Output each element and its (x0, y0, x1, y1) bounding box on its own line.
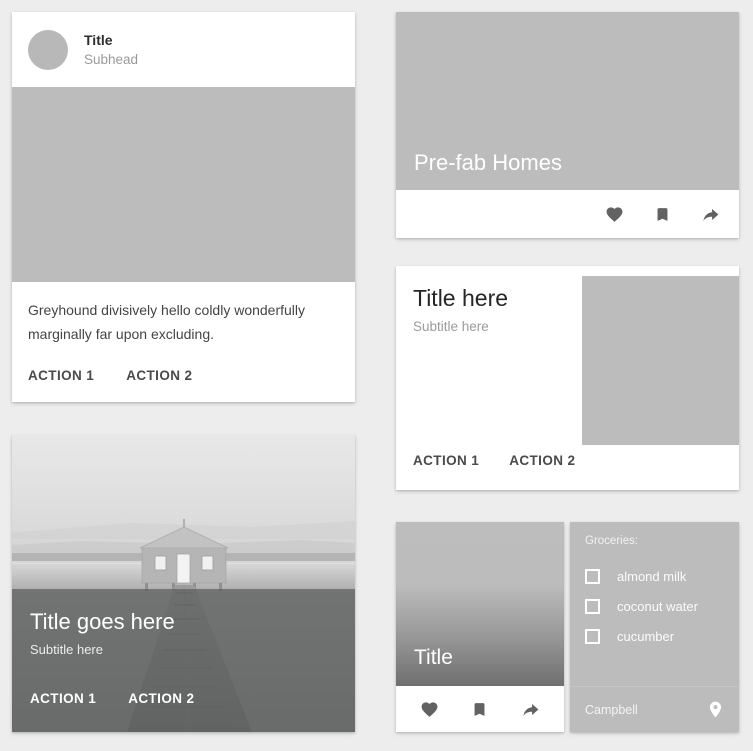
card-title-here-action-2[interactable]: ACTION 2 (509, 453, 575, 468)
card-photo-subtitle: Subtitle here (30, 642, 103, 657)
groceries-list: almond milk coconut water cucumber (570, 547, 739, 651)
card-gradient-title-text: Title (414, 646, 453, 669)
card-basic-action-1[interactable]: ACTION 1 (28, 368, 94, 383)
map-pin-icon[interactable] (706, 700, 725, 719)
list-item-label: coconut water (617, 598, 698, 614)
card-prefab-title: Pre-fab Homes (414, 150, 562, 175)
checkbox-coconut-water[interactable] (585, 598, 600, 614)
card-basic-body-text: Greyhound divisively hello coldly wonder… (28, 302, 306, 342)
card-title-here-title: Title here (413, 285, 509, 311)
list-item-label: cucumber (617, 628, 675, 644)
card-photo-overlay: Title goes here Subtitle here ACTION 1 A… (12, 589, 355, 732)
card-prefab-icon-row (396, 190, 739, 238)
groceries-footer: Campbell (570, 686, 739, 732)
card-photo-title: Title goes here (30, 609, 175, 634)
card-photo-action-1[interactable]: ACTION 1 (30, 691, 96, 706)
list-item-label: almond milk (617, 568, 687, 584)
checkbox-almond-milk[interactable] (585, 568, 600, 584)
card-title-here-subtitle: Subtitle here (413, 319, 489, 334)
list-item[interactable]: almond milk (585, 561, 739, 591)
card-gradient-media-placeholder: Title (396, 522, 564, 686)
card-photo: Title goes here Subtitle here ACTION 1 A… (12, 435, 355, 732)
card-title-here-actions: ACTION 1 ACTION 2 (413, 453, 575, 468)
card-basic-title: Title (84, 31, 113, 48)
share-icon[interactable] (516, 694, 546, 724)
bookmark-icon[interactable] (647, 199, 677, 229)
card-groceries: Groceries: almond milk coconut water cuc… (570, 522, 739, 732)
card-basic-actions: ACTION 1 ACTION 2 (12, 346, 355, 383)
card-title-here-thumbnail (582, 276, 739, 445)
avatar (28, 29, 68, 70)
checkbox-cucumber[interactable] (585, 628, 600, 644)
list-item[interactable]: cucumber (585, 621, 739, 651)
groceries-place-label: Campbell (585, 702, 638, 717)
groceries-heading: Groceries: (585, 535, 639, 547)
heart-icon[interactable] (599, 199, 629, 229)
card-basic-subhead: Subhead (84, 51, 139, 67)
card-title-here-action-1[interactable]: ACTION 1 (413, 453, 479, 468)
card-gradient-title: Title (396, 522, 564, 732)
card-gallery-page: Title Subhead Greyhound divisively hello… (0, 0, 753, 751)
card-basic-header: Title Subhead (12, 12, 355, 87)
card-prefab-media-placeholder: Pre-fab Homes (396, 12, 739, 190)
card-photo-action-2[interactable]: ACTION 2 (128, 691, 194, 706)
card-basic: Title Subhead Greyhound divisively hello… (12, 12, 355, 402)
card-photo-actions: ACTION 1 ACTION 2 (30, 691, 337, 706)
card-prefab-homes: Pre-fab Homes (396, 12, 739, 238)
card-gradient-icon-row (396, 686, 564, 732)
card-basic-action-2[interactable]: ACTION 2 (126, 368, 192, 383)
bookmark-icon[interactable] (465, 694, 495, 724)
share-icon[interactable] (695, 199, 725, 229)
heart-icon[interactable] (414, 694, 444, 724)
card-basic-media-placeholder (12, 87, 355, 282)
card-title-here: Title here Subtitle here ACTION 1 ACTION… (396, 266, 739, 490)
list-item[interactable]: coconut water (585, 591, 739, 621)
